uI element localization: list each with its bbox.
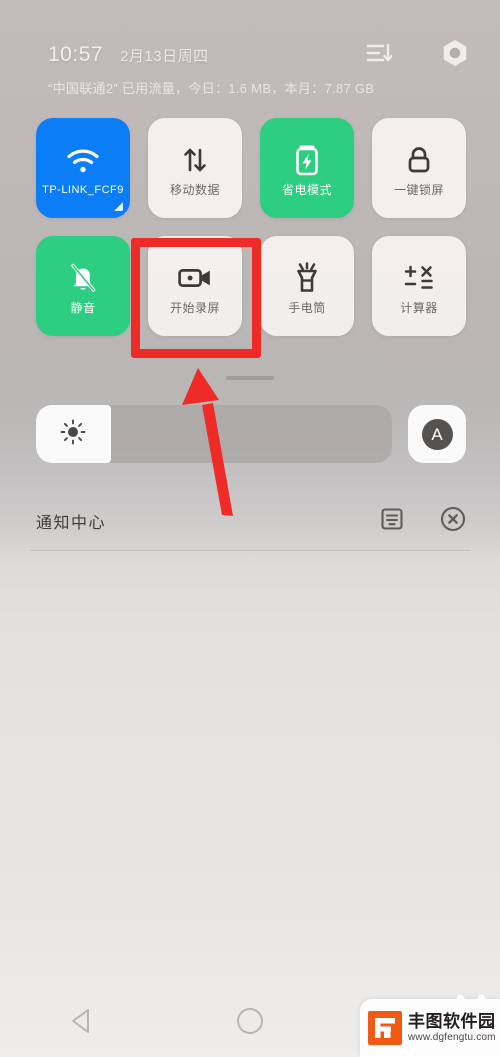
- quick-tile-label: 移动数据: [169, 183, 220, 197]
- watermark-text-block: 丰图软件园 www.dgfengtu.com: [408, 1011, 496, 1044]
- quick-tile-screen-record[interactable]: 开始录屏: [148, 236, 242, 336]
- quick-tile-label: TP-LINK_FCF9: [42, 183, 124, 196]
- flashlight-icon: [293, 258, 321, 298]
- panel-drag-handle[interactable]: [226, 376, 274, 380]
- battery-saver-icon: [294, 140, 320, 180]
- calculator-icon: [403, 258, 435, 298]
- bell-muted-icon: [68, 258, 98, 298]
- auto-brightness-button[interactable]: A: [408, 405, 466, 463]
- brightness-slider-fill: [36, 405, 111, 463]
- mobile-data-icon: [180, 140, 210, 180]
- quick-settings-grid: TP-LINK_FCF9 移动数据 省电模式 一键锁屏 静音 开始录屏 手电筒 …: [36, 118, 466, 336]
- expand-corner-icon[interactable]: [114, 202, 123, 211]
- clock-date: 2月13日周四: [120, 47, 209, 65]
- quick-tile-label: 开始录屏: [169, 301, 220, 315]
- quick-tile-power-saver[interactable]: 省电模式: [260, 118, 354, 218]
- notification-settings-icon[interactable]: [380, 507, 404, 536]
- notification-center-header: 通知中心: [36, 498, 466, 544]
- wifi-icon: [66, 141, 100, 181]
- notification-center-title: 通知中心: [36, 515, 107, 532]
- status-bar: 10:57 2月13日周四 “中国联通2” 已用流量，今日：1.6 MB，本月：…: [0, 0, 500, 100]
- quick-tile-label: 计算器: [400, 301, 438, 315]
- quick-tile-flashlight[interactable]: 手电筒: [260, 236, 354, 336]
- brightness-slider[interactable]: [36, 405, 392, 463]
- notification-divider: [30, 550, 470, 551]
- nav-home-button[interactable]: [167, 990, 334, 1057]
- clock-time: 10:57: [48, 43, 104, 66]
- data-usage-text: “中国联通2” 已用流量，今日：1.6 MB，本月：7.87 GB: [48, 81, 375, 96]
- lock-icon: [405, 140, 433, 180]
- watermark-site-name: 丰图软件园: [408, 1011, 496, 1031]
- watermark-logo-icon: [368, 1011, 402, 1045]
- clear-all-icon[interactable]: [440, 506, 466, 537]
- sort-descending-icon[interactable]: [366, 42, 393, 69]
- site-watermark: 丰图软件园 www.dgfengtu.com: [360, 994, 500, 1057]
- quick-tile-wifi[interactable]: TP-LINK_FCF9: [36, 118, 130, 218]
- quick-tile-label: 手电筒: [288, 301, 326, 315]
- status-bar-top-row: 10:57 2月13日周四: [48, 39, 470, 69]
- settings-gear-icon[interactable]: [440, 38, 470, 73]
- quick-tile-calculator[interactable]: 计算器: [372, 236, 466, 336]
- quick-tile-silent-mode[interactable]: 静音: [36, 236, 130, 336]
- auto-brightness-label: A: [421, 418, 453, 450]
- quick-tile-lock-screen[interactable]: 一键锁屏: [372, 118, 466, 218]
- brightness-row: A: [36, 405, 466, 463]
- home-circle-icon: [236, 1007, 264, 1040]
- quick-tile-label: 省电模式: [281, 183, 332, 197]
- watermark-ears: [456, 994, 486, 1002]
- video-camera-icon: [178, 258, 212, 298]
- watermark-site-url: www.dgfengtu.com: [408, 1032, 496, 1044]
- nav-back-button[interactable]: [0, 990, 167, 1057]
- phone-screen: 10:57 2月13日周四 “中国联通2” 已用流量，今日：1.6 MB，本月：…: [0, 0, 500, 1057]
- quick-tile-label: 静音: [70, 301, 96, 315]
- quick-tile-mobile-data[interactable]: 移动数据: [148, 118, 242, 218]
- quick-tile-label: 一键锁屏: [393, 183, 444, 197]
- brightness-sun-icon: [60, 419, 86, 450]
- back-triangle-icon: [68, 1006, 98, 1041]
